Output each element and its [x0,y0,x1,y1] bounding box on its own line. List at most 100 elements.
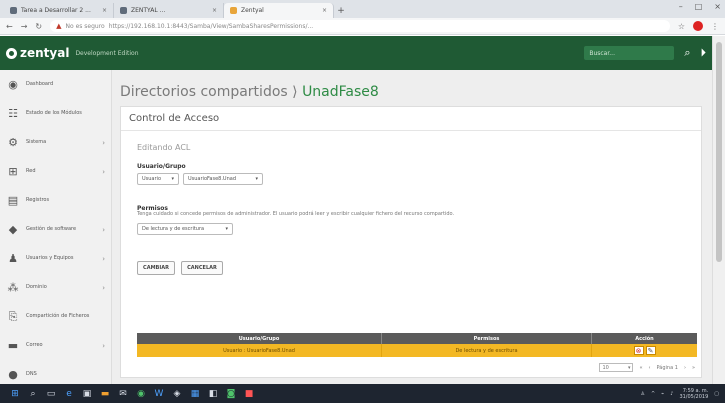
user-type-value: Usuario [142,176,162,182]
people-icon[interactable]: ♙ [641,391,645,397]
new-tab-button[interactable]: + [334,3,348,18]
tab-close-icon[interactable]: × [212,7,217,14]
cell-actions: ⊗ ✎ [592,344,697,357]
panel-title: Control de Acceso [121,107,701,131]
vertical-scrollbar[interactable] [712,36,725,384]
chevron-right-icon: › [102,167,105,176]
volume-icon[interactable]: ♪ [670,391,673,397]
tray-chevron-icon[interactable]: ^ [651,391,655,397]
search-icon[interactable]: ⌕ [684,46,690,60]
zentyal-logo[interactable]: zentyal [6,46,69,60]
scrollbar-thumb[interactable] [716,42,722,262]
chrome-icon[interactable]: ◉ [132,387,150,401]
file-share-icon: ⎘ [8,309,18,323]
sidebar-item[interactable]: ▤ Registros [0,186,111,215]
file-explorer-icon[interactable]: ▬ [96,387,114,401]
word-icon[interactable]: W [150,387,168,401]
taskbar-search-icon[interactable]: ⌕ [24,387,42,401]
app-icon[interactable]: ◧ [204,387,222,401]
app-icon[interactable]: ■ [240,387,258,401]
logs-icon: ▤ [7,194,19,207]
delete-icon[interactable]: ⊗ [633,346,644,355]
mail-app-icon[interactable]: ✉ [114,387,132,401]
browser-tab[interactable]: Tarea a Desarrollar 2 ... × [4,3,114,18]
clock-time: 7:59 a. m. [682,387,709,394]
start-icon[interactable]: ⊞ [6,387,24,401]
sidebar-item[interactable]: ▬ Correo › [0,331,111,360]
browser-tab-bar: Tarea a Desarrollar 2 ... × ZENTYAL ... … [0,0,725,18]
edge-icon[interactable]: e [60,387,78,401]
permissions-value: De lectura y de escritura [142,226,205,232]
menu-icon[interactable]: ⋮ [711,22,719,31]
acl-table: Usuario/Grupo Permisos Acción Usuario : … [137,333,697,357]
clock-date: 31/05/2019 [679,393,709,400]
page-size-select[interactable]: 10 ▾ [599,363,634,372]
url-text: https://192.168.10.1:8443/Samba/View/Sam… [108,22,314,30]
page-title-text: Directorios compartidos [120,84,288,100]
url-field[interactable]: ▲ No es seguro https://192.168.10.1:8443… [50,20,670,32]
profile-avatar[interactable] [693,21,703,31]
forward-icon[interactable]: → [21,22,28,31]
minimize-icon[interactable]: – [679,2,683,11]
cancel-button[interactable]: CANCELAR [181,261,223,275]
prev-page-icon[interactable]: ‹ [649,365,651,371]
browser-tab[interactable]: ZENTYAL ... × [114,3,224,18]
first-page-icon[interactable]: « [639,365,642,371]
sidebar-item-label: Correo [26,342,43,348]
pagination: 10 ▾ « ‹ Página 1 › » [599,363,695,372]
permissions-help-text: Tenga cuidado si concede permisos de adm… [137,211,455,217]
sidebar-item-label: Compartición de Ficheros [26,313,90,319]
store-icon[interactable]: ▣ [78,387,96,401]
tab-favicon-icon [10,7,17,14]
edition-label: Development Edition [75,49,139,57]
sidebar-item[interactable]: ⊞ Red › [0,157,111,186]
chevron-right-icon: › [102,254,105,263]
edit-icon[interactable]: ✎ [645,346,656,355]
app-icon[interactable]: ◙ [222,387,240,401]
sidebar-item[interactable]: ◉ Dashboard [0,70,111,99]
tab-close-icon[interactable]: × [322,7,327,14]
search-input[interactable]: Buscar... [584,46,675,60]
task-view-icon[interactable]: ▭ [42,387,60,401]
sidebar-item[interactable]: ⎘ Compartición de Ficheros [0,302,111,331]
user-type-select[interactable]: Usuario ▾ [137,173,179,185]
network-icon: ⊞ [8,165,18,178]
breadcrumb-separator: ⟩ [292,84,298,100]
sidebar-item[interactable]: ⚙ Sistema › [0,128,111,157]
clock[interactable]: 7:59 a. m. 31/05/2019 [679,388,708,400]
virtualbox-icon[interactable]: ▦ [186,387,204,401]
sidebar-item[interactable]: ☷ Estado de los Módulos [0,99,111,128]
sidebar-item-label: Estado de los Módulos [26,110,82,116]
user-select[interactable]: UsuarioFase8.Unad ▾ [183,173,263,185]
security-warning-text: No es seguro [65,22,105,30]
sidebar-item-label: Registros [26,197,50,203]
next-page-icon[interactable]: › [684,365,686,371]
permissions-select[interactable]: De lectura y de escritura ▾ [137,223,233,235]
window-controls: – □ × [679,2,721,11]
network-icon[interactable]: ⌁ [661,391,664,397]
change-button[interactable]: CAMBIAR [137,261,175,275]
close-icon[interactable]: × [714,2,721,11]
tab-close-icon[interactable]: × [102,7,107,14]
page-label: Página 1 [656,364,678,371]
notifications-icon[interactable]: ▢ [714,391,719,397]
last-page-icon[interactable]: » [692,365,695,371]
browser-tab-active[interactable]: Zentyal × [224,3,334,18]
tab-favicon-icon [230,7,237,14]
maximize-icon[interactable]: □ [695,2,703,11]
sidebar-item[interactable]: ♟ Usuarios y Equipos › [0,244,111,273]
cell-user: Usuario : UsuarioFase8.Unad [137,344,382,357]
user-group-label: Usuario/Grupo [137,163,186,170]
chevron-down-icon: ▾ [225,226,228,232]
table-row[interactable]: Usuario : UsuarioFase8.Unad De lectura y… [137,344,697,357]
logout-icon[interactable]: ⏵ [701,46,707,60]
breadcrumb-current: UnadFase8 [302,84,379,100]
tab-title: Tarea a Desarrollar 2 ... [21,7,91,14]
user-value: UsuarioFase8.Unad [188,176,237,182]
star-icon[interactable]: ☆ [678,22,685,31]
sidebar-item[interactable]: ◆ Gestión de software › [0,215,111,244]
back-icon[interactable]: ← [6,22,13,31]
app-icon[interactable]: ◈ [168,387,186,401]
reload-icon[interactable]: ↻ [35,22,42,31]
sidebar-item[interactable]: ⁂ Dominio › [0,273,111,302]
